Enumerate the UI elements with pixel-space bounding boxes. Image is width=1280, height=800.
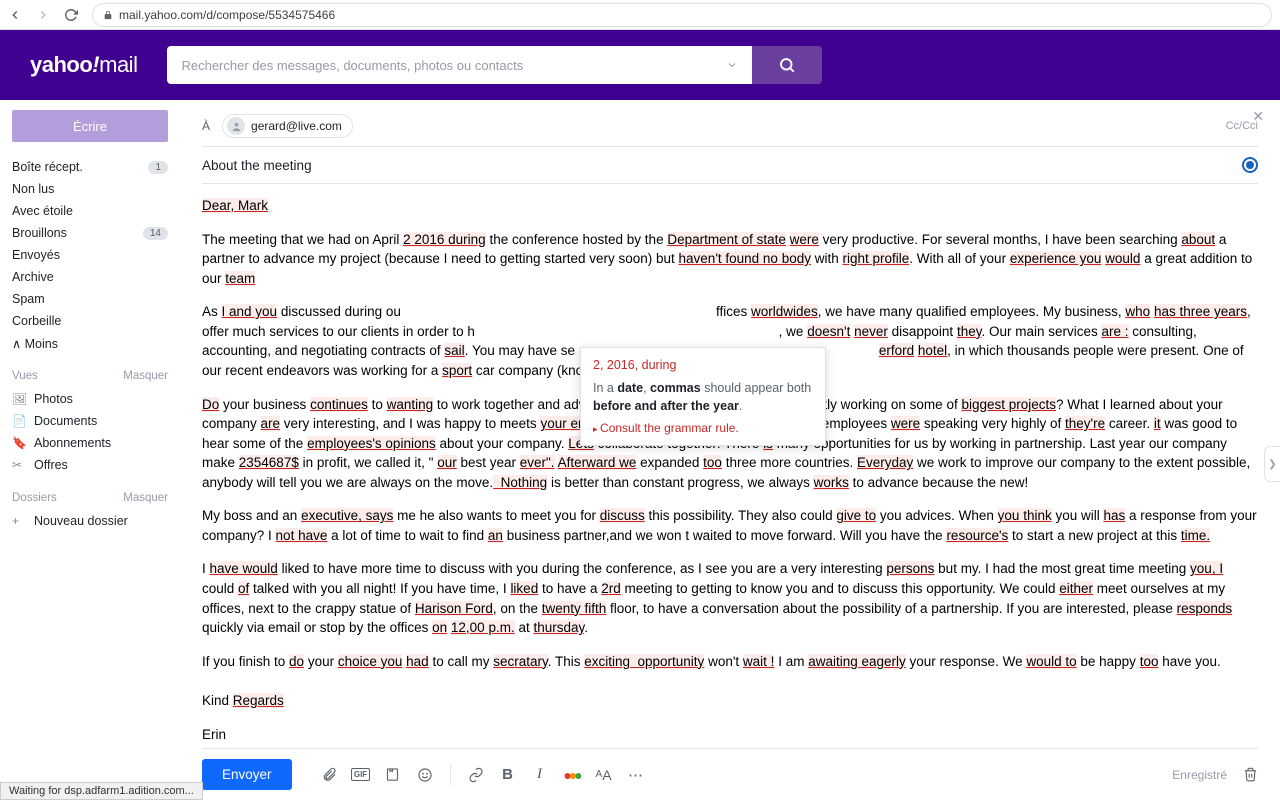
discard-button[interactable] bbox=[1243, 767, 1258, 782]
sidebar-view-documents[interactable]: 📄Documents bbox=[12, 410, 168, 432]
hide-folders[interactable]: Masquer bbox=[123, 492, 168, 504]
bold-icon[interactable]: B bbox=[495, 762, 521, 788]
saved-status: Enregistré bbox=[1172, 768, 1227, 782]
offers-icon: ✂ bbox=[12, 458, 26, 472]
sidebar-item-less[interactable]: ∧ Moins bbox=[12, 332, 168, 354]
sidebar-item-starred[interactable]: Avec étoile bbox=[12, 200, 168, 222]
compose-panel: ✕ À gerard@live.com Cc/Cci About the mee… bbox=[180, 100, 1280, 800]
logo[interactable]: yahoo!mail bbox=[30, 52, 137, 78]
sidebar-item-sent[interactable]: Envoyés bbox=[12, 244, 168, 266]
chevron-down-icon bbox=[726, 59, 738, 71]
email-body[interactable]: Dear, Mark The meeting that we had on Ap… bbox=[202, 184, 1258, 748]
recipient-chip[interactable]: gerard@live.com bbox=[222, 114, 353, 138]
send-button[interactable]: Envoyer bbox=[202, 759, 292, 790]
grammar-checker-icon[interactable] bbox=[1242, 157, 1258, 173]
sidebar-view-subscriptions[interactable]: 🔖Abonnements bbox=[12, 432, 168, 454]
subject-text: About the meeting bbox=[202, 158, 312, 173]
font-icon[interactable]: AA bbox=[591, 762, 617, 788]
subject-row[interactable]: About the meeting bbox=[202, 147, 1258, 184]
documents-icon: 📄 bbox=[12, 414, 26, 428]
sidebar: Écrire Boîte récept.1 Non lus Avec étoil… bbox=[0, 100, 180, 800]
more-icon[interactable]: ⋯ bbox=[623, 762, 649, 788]
sidebar-item-archive[interactable]: Archive bbox=[12, 266, 168, 288]
browser-status: Waiting for dsp.adfarm1.adition.com... bbox=[0, 782, 203, 800]
lock-icon bbox=[103, 10, 113, 20]
back-button[interactable] bbox=[8, 8, 22, 22]
search-button[interactable] bbox=[752, 46, 822, 84]
forward-button[interactable] bbox=[36, 8, 50, 22]
url-bar[interactable]: mail.yahoo.com/d/compose/5534575466 bbox=[92, 3, 1272, 27]
url-text: mail.yahoo.com/d/compose/5534575466 bbox=[119, 8, 335, 22]
reload-button[interactable] bbox=[64, 8, 78, 22]
emoji-icon[interactable] bbox=[412, 762, 438, 788]
app-header: yahoo!mail Rechercher des messages, docu… bbox=[0, 30, 1280, 100]
avatar-icon bbox=[227, 117, 245, 135]
color-icon[interactable]: ●●● bbox=[559, 762, 585, 788]
to-label: À bbox=[202, 119, 210, 133]
sidebar-item-trash[interactable]: Corbeille bbox=[12, 310, 168, 332]
italic-icon[interactable]: I bbox=[527, 762, 553, 788]
photos-icon: 🖼 bbox=[12, 392, 26, 406]
close-button[interactable]: ✕ bbox=[1252, 108, 1264, 125]
grammar-tooltip: 2, 2016, during In a date, commas should… bbox=[580, 347, 826, 446]
folders-heading: Dossiers bbox=[12, 492, 57, 504]
hide-views[interactable]: Masquer bbox=[123, 370, 168, 382]
plus-icon: + bbox=[12, 514, 26, 528]
browser-chrome: mail.yahoo.com/d/compose/5534575466 bbox=[0, 0, 1280, 30]
sidebar-item-spam[interactable]: Spam bbox=[12, 288, 168, 310]
sidebar-new-folder[interactable]: +Nouveau dossier bbox=[12, 510, 168, 532]
to-row: À gerard@live.com Cc/Cci bbox=[202, 110, 1258, 147]
attach-icon[interactable] bbox=[316, 762, 342, 788]
compose-button[interactable]: Écrire bbox=[12, 110, 168, 142]
body-greeting: Dear, Mark bbox=[202, 198, 268, 213]
sidebar-item-unread[interactable]: Non lus bbox=[12, 178, 168, 200]
tooltip-suggestion[interactable]: 2, 2016, during bbox=[593, 358, 813, 372]
search-input[interactable]: Rechercher des messages, documents, phot… bbox=[167, 46, 752, 84]
sidebar-item-inbox[interactable]: Boîte récept.1 bbox=[12, 156, 168, 178]
link-icon[interactable] bbox=[463, 762, 489, 788]
stationery-icon[interactable] bbox=[380, 762, 406, 788]
sidebar-view-photos[interactable]: 🖼Photos bbox=[12, 388, 168, 410]
sidebar-item-drafts[interactable]: Brouillons14 bbox=[12, 222, 168, 244]
subscriptions-icon: 🔖 bbox=[12, 436, 26, 450]
search-icon bbox=[778, 56, 796, 74]
gif-icon[interactable]: GIF bbox=[348, 762, 374, 788]
compose-toolbar: Envoyer GIF B I ●●● AA ⋯ Enregistré bbox=[202, 748, 1258, 800]
sidebar-view-offers[interactable]: ✂Offres bbox=[12, 454, 168, 476]
tooltip-rule-link[interactable]: Consult the grammar rule. bbox=[593, 421, 813, 435]
search-wrap: Rechercher des messages, documents, phot… bbox=[167, 46, 822, 84]
right-panel-expand[interactable]: ❯ bbox=[1264, 446, 1280, 482]
views-heading: Vues bbox=[12, 370, 38, 382]
tooltip-explanation: In a date, commas should appear both bef… bbox=[593, 380, 813, 415]
signature: Erin bbox=[202, 725, 1258, 745]
